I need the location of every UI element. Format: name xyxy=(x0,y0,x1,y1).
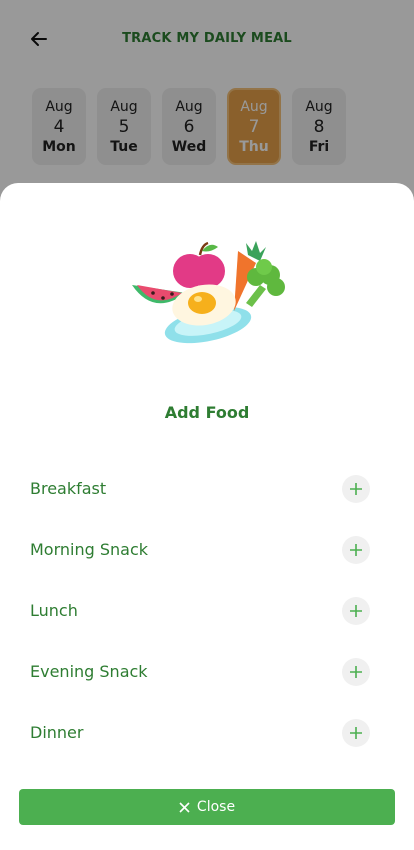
meal-item-breakfast[interactable]: Breakfast xyxy=(0,458,414,519)
close-button-label: Close xyxy=(196,799,236,815)
add-morning-snack-button[interactable] xyxy=(342,535,370,564)
meal-label: Morning Snack xyxy=(30,540,149,559)
sheet-title: Add Food xyxy=(164,403,250,422)
plus-icon xyxy=(350,482,362,495)
add-breakfast-button[interactable] xyxy=(342,474,370,503)
meal-label: Breakfast xyxy=(30,479,107,498)
meal-list: Breakfast Morning Snack Lunch Evening Sn… xyxy=(0,458,414,763)
meal-label: Dinner xyxy=(30,723,84,742)
food-plate-icon xyxy=(132,241,285,344)
plus-icon xyxy=(350,726,362,739)
plus-icon xyxy=(350,604,362,617)
meal-item-evening-snack[interactable]: Evening Snack xyxy=(0,641,414,702)
meal-label: Evening Snack xyxy=(30,662,148,681)
meal-item-lunch[interactable]: Lunch xyxy=(0,580,414,641)
close-button[interactable]: Close xyxy=(19,789,395,825)
meal-label: Lunch xyxy=(30,601,78,620)
plus-icon xyxy=(350,543,362,556)
add-evening-snack-button[interactable] xyxy=(342,657,370,686)
add-dinner-button[interactable] xyxy=(342,718,370,747)
meal-item-dinner[interactable]: Dinner xyxy=(0,702,414,763)
meal-item-morning-snack[interactable]: Morning Snack xyxy=(0,519,414,580)
plus-icon xyxy=(350,665,362,678)
close-icon xyxy=(179,801,190,813)
add-lunch-button[interactable] xyxy=(342,596,370,625)
add-food-sheet: Add Food Breakfast Morning Snack Lunch E… xyxy=(0,183,414,850)
